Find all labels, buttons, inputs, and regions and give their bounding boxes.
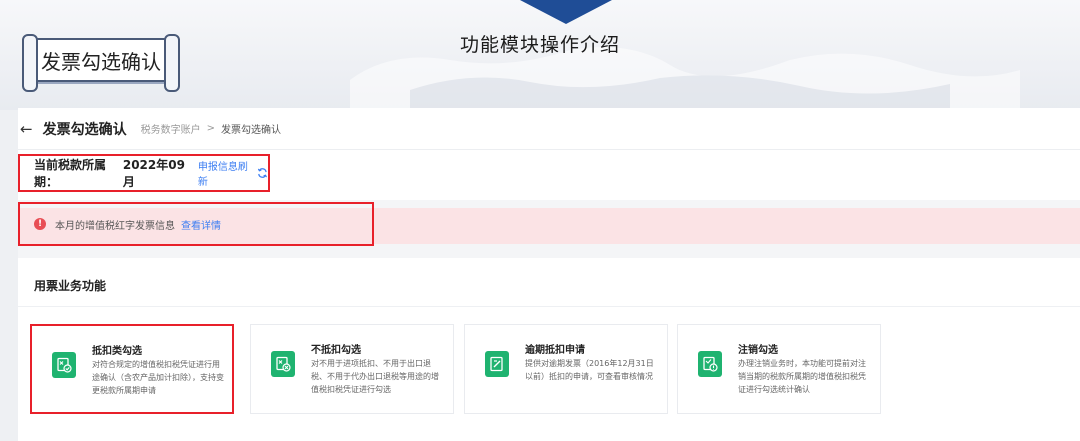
banner-triangle: [520, 0, 612, 24]
page-title: 发票勾选确认: [42, 121, 127, 138]
view-details-link[interactable]: 查看详情: [181, 217, 221, 232]
breadcrumb-bar: ← 发票勾选确认 税务数字账户 > 发票勾选确认: [18, 108, 1080, 150]
deduct-check-icon: [52, 352, 76, 378]
card-name: 逾期抵扣申请: [525, 345, 585, 356]
no-deduct-icon: [271, 351, 295, 377]
card-description: 提供对逾期发票（2016年12月31日以前）抵扣的申请，可查看审核情况: [525, 359, 654, 381]
breadcrumb-separator: >: [206, 123, 215, 134]
card-deduct-check[interactable]: 抵扣类勾选 对符合规定的增值税扣税凭证进行用途确认（含农产品加计扣除），支持变更…: [30, 324, 234, 414]
alert-exclamation-icon: !: [34, 218, 46, 230]
card-name: 不抵扣勾选: [311, 345, 361, 356]
functions-panel: 用票业务功能 抵扣类勾选 对符合规定的增值税扣税凭证进行用途确认（含农产品加计扣…: [18, 258, 1080, 441]
functions-divider: [18, 306, 1080, 307]
card-description: 对不用于进项抵扣、不用于出口退税、不用于代办出口退税等用途的增值税扣税凭证进行勾…: [311, 359, 439, 394]
card-overdue-apply[interactable]: 逾期抵扣申请 提供对逾期发票（2016年12月31日以前）抵扣的申请，可查看审核…: [464, 324, 668, 414]
page-badge-text: 发票勾选确认: [41, 49, 161, 74]
period-label: 当前税款所属期：: [34, 158, 107, 189]
card-name: 抵扣类勾选: [92, 346, 142, 357]
refresh-declaration-link[interactable]: 申报信息刷新: [198, 158, 252, 188]
card-no-deduct[interactable]: 不抵扣勾选 对不用于进项抵扣、不用于出口退税、不用于代办出口退税等用途的增值税扣…: [250, 324, 454, 414]
alert-highlight-box: ! 本月的增值税红字发票信息 查看详情: [18, 202, 374, 246]
slide-banner: 功能模块操作介绍 发票勾选确认: [0, 0, 1080, 110]
breadcrumb-item-current: 发票勾选确认: [220, 125, 281, 136]
functions-title: 用票业务功能: [34, 279, 107, 293]
card-description: 办理注销业务时，本功能可提前对注销当期的税款所属期的增值税扣税凭证进行勾选统计确…: [738, 359, 866, 394]
breadcrumb-item-tax-account[interactable]: 税务数字账户: [141, 121, 201, 136]
back-arrow-icon[interactable]: ←: [20, 120, 33, 138]
alert-bar: ! 本月的增值税红字发票信息 查看详情: [18, 202, 1080, 246]
cancel-check-icon: [698, 351, 722, 377]
alert-text: 本月的增值税红字发票信息: [55, 220, 175, 232]
app-window: ← 发票勾选确认 税务数字账户 > 发票勾选确认 当前税款所属期： 2022年0…: [18, 108, 1080, 441]
card-description: 对符合规定的增值税扣税凭证进行用途确认（含农产品加计扣除），支持变更税款所属期申…: [92, 360, 224, 395]
refresh-icon[interactable]: [257, 167, 268, 179]
card-cancel-check[interactable]: 注销勾选 办理注销业务时，本功能可提前对注销当期的税款所属期的增值税扣税凭证进行…: [677, 324, 881, 414]
page-badge: 发票勾选确认: [22, 34, 180, 92]
period-highlight-box: 当前税款所属期： 2022年09月 申报信息刷新: [18, 154, 270, 192]
card-name: 注销勾选: [738, 345, 778, 356]
overdue-apply-icon: [485, 351, 509, 377]
period-value: 2022年09月: [122, 158, 185, 189]
period-bar: 当前税款所属期： 2022年09月 申报信息刷新: [18, 150, 1080, 200]
